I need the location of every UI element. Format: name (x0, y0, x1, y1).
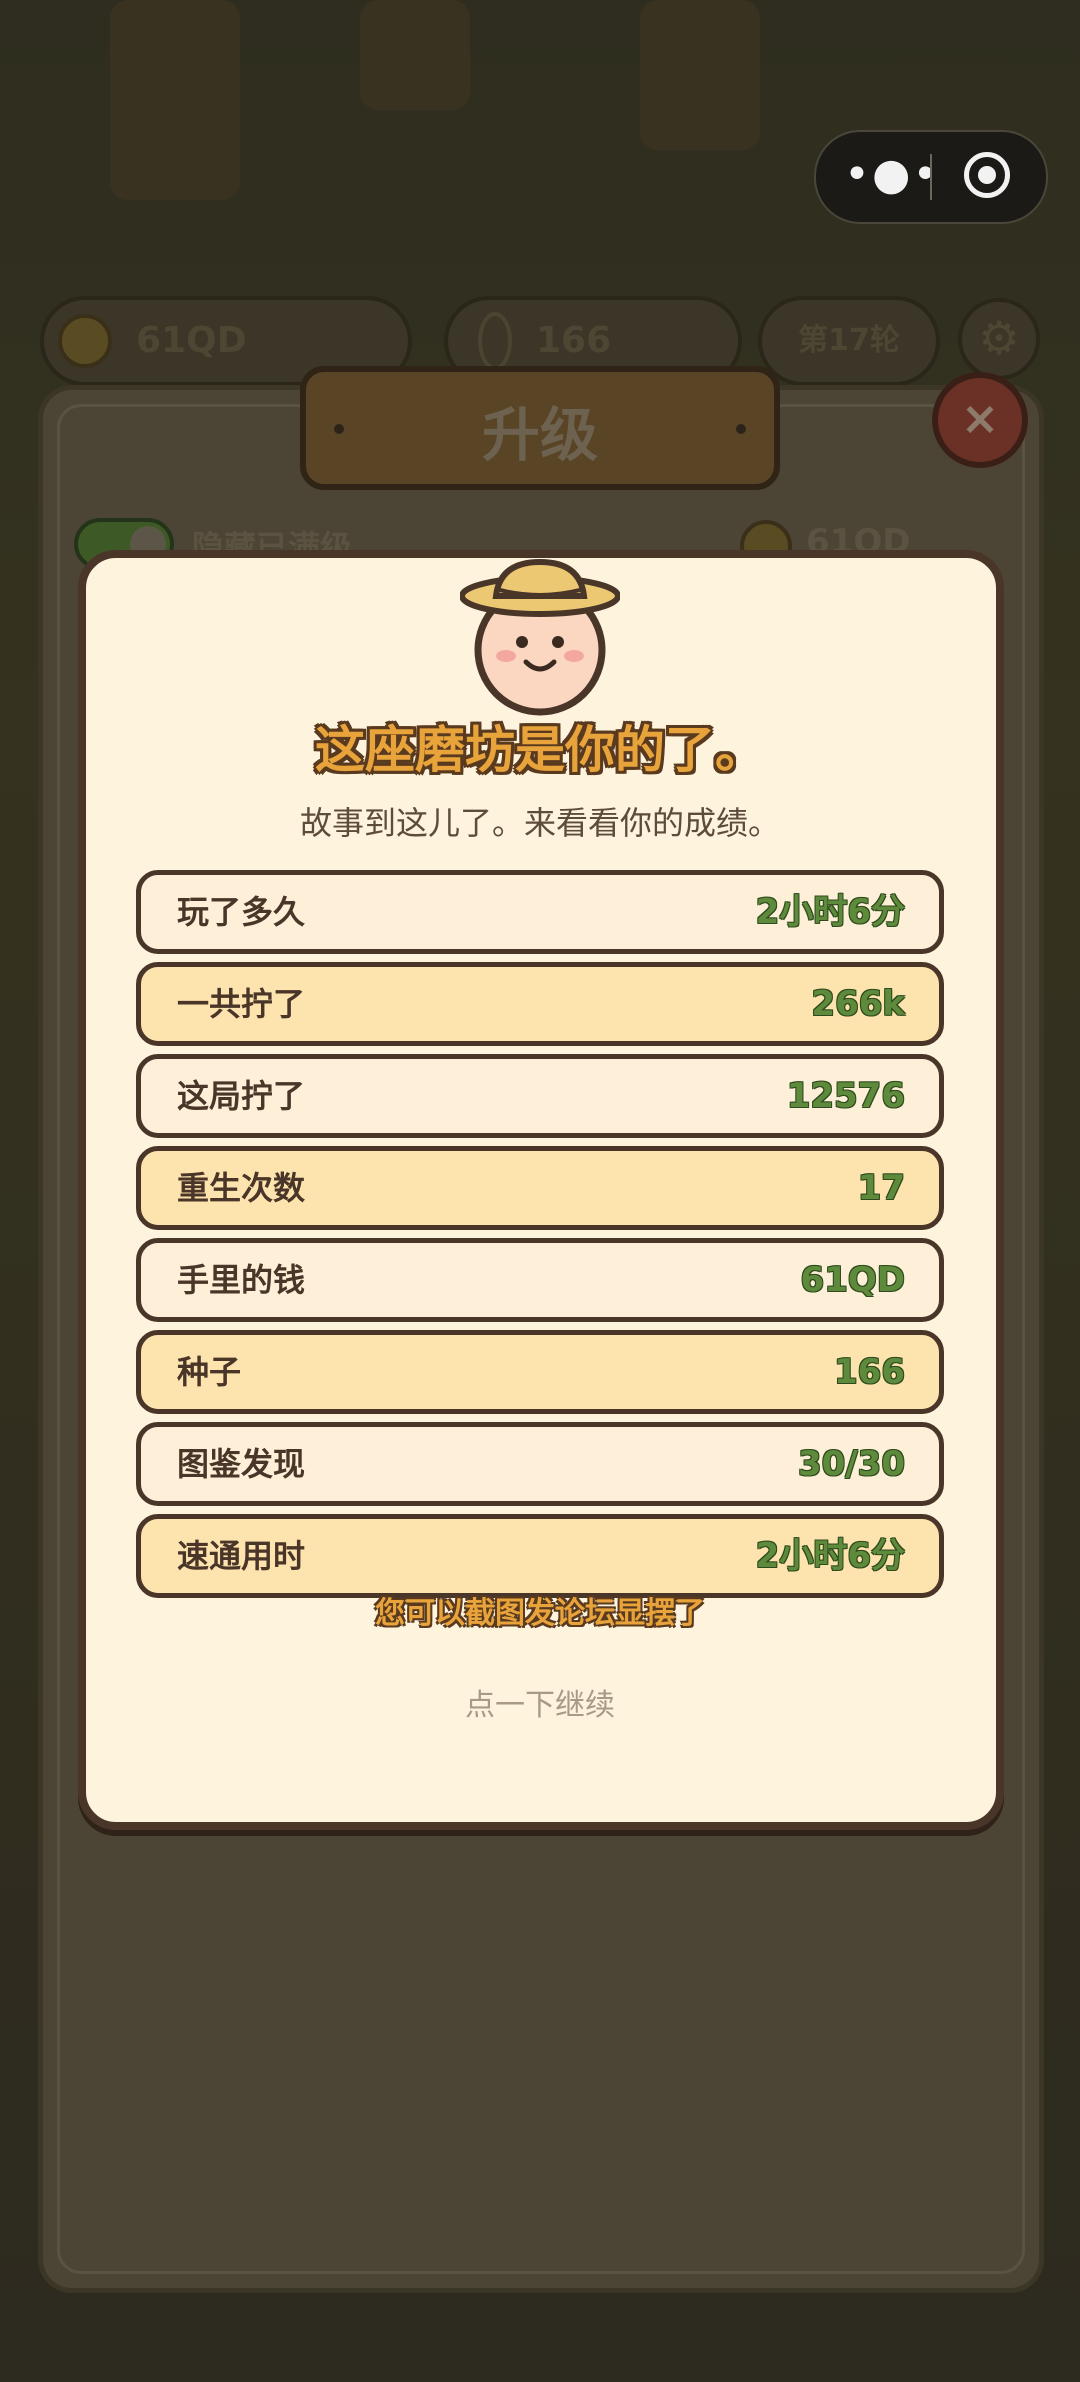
stat-row: 种子 166 (136, 1330, 944, 1414)
stat-value: 2小时6分 (755, 1536, 905, 1576)
tree-trunk (640, 0, 760, 150)
stat-row: 手里的钱 61QD (136, 1238, 944, 1322)
tap-to-continue[interactable]: 点一下继续 (0, 1680, 1080, 1724)
upgrade-title: 升级 (481, 401, 598, 469)
stat-value: 2小时6分 (755, 892, 905, 932)
stat-row: 一共拧了 266k (136, 962, 944, 1046)
stat-label: 重生次数 (177, 1169, 306, 1207)
stat-row: 这局拧了 12576 (136, 1054, 944, 1138)
tree-trunk (360, 0, 470, 110)
stat-label: 速通用时 (177, 1537, 306, 1575)
ending-subtitle: 故事到这儿了。来看看你的成绩。 (299, 804, 780, 842)
stat-row: 图鉴发现 30/30 (136, 1422, 944, 1506)
tree-trunk (110, 0, 240, 200)
coin-icon (58, 314, 112, 368)
screenshot-hint: 您可以截图发论坛显摆了 (375, 1596, 705, 1631)
stat-value: 166 (834, 1352, 905, 1392)
capsule-divider (930, 154, 932, 200)
stat-label: 种子 (177, 1353, 242, 1391)
stat-label: 手里的钱 (177, 1261, 306, 1299)
stat-label: 玩了多久 (177, 893, 306, 931)
stat-value: 266k (811, 984, 905, 1024)
stat-row: 重生次数 17 (136, 1146, 944, 1230)
target-icon[interactable] (964, 152, 1010, 198)
round-value: 第17轮 (798, 323, 900, 358)
seed-icon (478, 312, 512, 370)
stat-row: 玩了多久 2小时6分 (136, 870, 944, 954)
upgrade-header: 升级 (300, 366, 780, 490)
stat-label: 图鉴发现 (177, 1445, 306, 1483)
round-display: 第17轮 (758, 296, 940, 386)
close-icon: × (960, 391, 1000, 445)
stat-value: 61QD (800, 1260, 905, 1300)
stat-value: 12576 (786, 1076, 905, 1116)
coins-value: 61QD (136, 320, 247, 361)
stat-row: 速通用时 2小时6分 (136, 1514, 944, 1598)
stat-value: 17 (857, 1168, 905, 1208)
stat-value: 30/30 (797, 1444, 905, 1484)
close-button[interactable]: × (932, 372, 1028, 468)
stat-label: 这局拧了 (177, 1077, 306, 1115)
gear-icon[interactable]: ⚙ (958, 298, 1040, 380)
ending-title: 这座磨坊是你的了。 (315, 721, 765, 779)
stat-label: 一共拧了 (177, 985, 306, 1023)
miniprogram-capsule: •●• (814, 130, 1048, 224)
farmer-avatar-icon (460, 558, 620, 716)
more-dots-icon[interactable]: •●• (844, 132, 938, 222)
